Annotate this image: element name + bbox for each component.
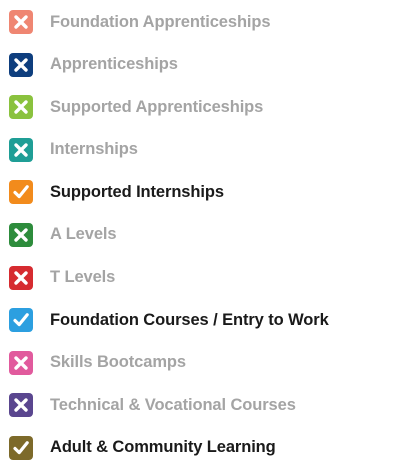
- pathway-list: Foundation Apprenticeships Apprenticeshi…: [9, 10, 414, 460]
- list-item-label: Supported Internships: [50, 182, 224, 201]
- list-item-label: Supported Apprenticeships: [50, 97, 264, 116]
- list-item-foundation-apprenticeships: Foundation Apprenticeships: [9, 10, 414, 34]
- list-item-label: Technical & Vocational Courses: [50, 395, 296, 414]
- check-icon: [9, 435, 33, 460]
- cross-icon: [9, 137, 33, 162]
- check-icon: [9, 180, 33, 205]
- cross-icon: [9, 265, 33, 290]
- cross-icon: [9, 222, 33, 247]
- list-item-label: Adult & Community Learning: [50, 438, 276, 457]
- list-item-label: Foundation Apprenticeships: [50, 12, 271, 31]
- list-item-skills-bootcamps: Skills Bootcamps: [9, 350, 414, 375]
- list-item-label: Apprenticeships: [50, 55, 178, 74]
- list-item-label: Internships: [50, 140, 138, 159]
- list-item-supported-internships: Supported Internships: [9, 180, 414, 205]
- list-item-supported-apprenticeships: Supported Apprenticeships: [9, 95, 414, 120]
- cross-icon: [9, 95, 33, 120]
- cross-icon: [9, 52, 33, 77]
- check-icon: [9, 308, 33, 333]
- list-item-label: Foundation Courses / Entry to Work: [50, 310, 329, 329]
- cross-icon: [9, 350, 33, 375]
- list-item-t-levels: T Levels: [9, 265, 414, 290]
- cross-icon: [9, 10, 33, 34]
- list-item-adult-community: Adult & Community Learning: [9, 435, 414, 460]
- list-item-a-levels: A Levels: [9, 222, 414, 247]
- list-item-internships: Internships: [9, 137, 414, 162]
- cross-icon: [9, 393, 33, 418]
- list-item-apprenticeships: Apprenticeships: [9, 52, 414, 77]
- list-item-technical-vocational: Technical & Vocational Courses: [9, 393, 414, 418]
- list-item-label: Skills Bootcamps: [50, 353, 186, 372]
- list-item-label: T Levels: [50, 268, 116, 287]
- list-item-label: A Levels: [50, 225, 117, 244]
- list-item-foundation-courses: Foundation Courses / Entry to Work: [9, 308, 414, 333]
